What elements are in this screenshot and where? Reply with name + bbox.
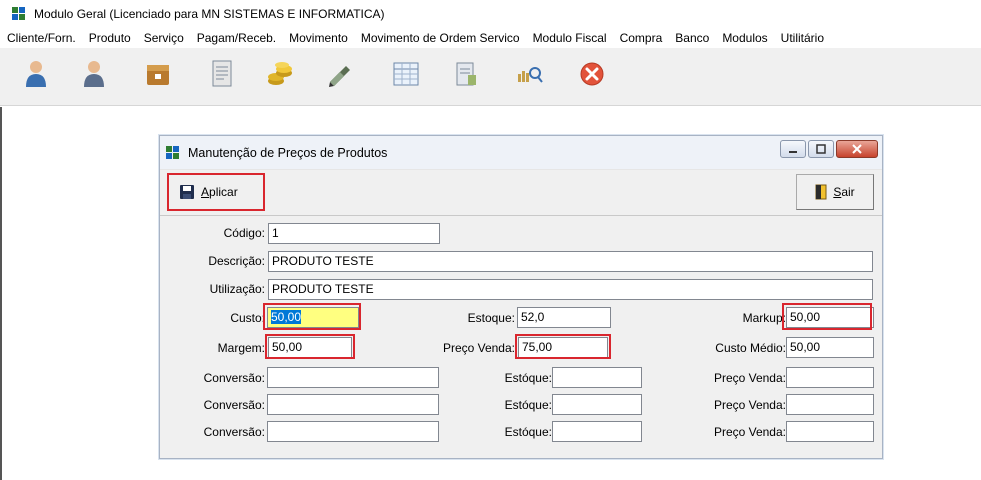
utilizacao-field[interactable]: PRODUTO TESTE (268, 279, 873, 300)
estoque-conv-field[interactable] (552, 394, 642, 415)
menu-ordem-servico[interactable]: Movimento de Ordem Servico (354, 31, 526, 45)
conversao-field[interactable] (267, 394, 439, 415)
conversao-label: Conversão: (203, 398, 265, 412)
save-icon (180, 185, 194, 199)
close-icon (852, 144, 862, 154)
box-icon[interactable] (136, 54, 180, 94)
custo-medio-field[interactable]: 50,00 (786, 337, 874, 358)
preco-venda-highlight (515, 334, 611, 359)
estoque-conv-label: Estóque: (504, 371, 552, 385)
main-toolbar (0, 48, 981, 106)
markup-label: Markup: (742, 311, 786, 325)
conversao-field[interactable] (267, 367, 439, 388)
preco-conv-label: Preço Venda: (713, 371, 786, 385)
document-icon[interactable] (200, 54, 244, 94)
window-titlebar[interactable]: Manutenção de Preços de Produtos (160, 136, 882, 170)
app-logo-icon (12, 7, 28, 21)
conversao-field[interactable] (267, 421, 439, 442)
coins-icon[interactable] (258, 54, 302, 94)
preco-conv-field[interactable] (786, 367, 874, 388)
custo-label: Custo: (230, 311, 265, 325)
preco-conv-field[interactable] (786, 421, 874, 442)
table-icon[interactable] (384, 54, 428, 94)
report-icon[interactable] (444, 54, 488, 94)
minimize-icon (789, 151, 797, 153)
preco-conv-field[interactable] (786, 394, 874, 415)
markup-highlight (782, 303, 872, 330)
conversao-label: Conversão: (203, 371, 265, 385)
sair-button[interactable]: Sair (796, 174, 874, 210)
minimize-button[interactable] (780, 140, 806, 158)
price-form: Código: 1 Descrição: PRODUTO TESTE Utili… (160, 217, 882, 457)
menu-servico[interactable]: Serviço (137, 31, 190, 45)
margem-label: Margem: (217, 341, 265, 355)
menubar: Cliente/Forn. Produto Serviço Pagam/Rece… (0, 28, 981, 48)
utilizacao-label: Utilização: (209, 282, 265, 296)
descricao-field[interactable]: PRODUTO TESTE (268, 251, 873, 272)
pen-icon[interactable] (318, 54, 362, 94)
codigo-field[interactable]: 1 (268, 223, 440, 244)
window-title: Manutenção de Preços de Produtos (188, 145, 388, 160)
aplicar-label: Aplicar (201, 185, 238, 199)
custo-highlight (263, 303, 361, 330)
estoque-conv-label: Estóque: (504, 398, 552, 412)
preco-conv-label: Preço Venda: (713, 425, 786, 439)
estoque-conv-field[interactable] (552, 421, 642, 442)
custo-medio-label: Custo Médio: (715, 341, 786, 355)
menu-banco[interactable]: Banco (668, 31, 715, 45)
estoque-label: Estoque: (467, 311, 515, 325)
aplicar-button[interactable]: Aplicar (167, 173, 265, 211)
menu-modulo-fiscal[interactable]: Modulo Fiscal (526, 31, 613, 45)
window-logo-icon (166, 145, 182, 160)
menu-movimento[interactable]: Movimento (282, 31, 354, 45)
menu-produto[interactable]: Produto (82, 31, 137, 45)
preco-conv-label: Preço Venda: (713, 398, 786, 412)
estoque-conv-label: Estóque: (504, 425, 552, 439)
sair-label: Sair (833, 185, 855, 199)
app-title: Modulo Geral (Licenciado para MN SISTEMA… (34, 7, 385, 21)
door-exit-icon (815, 184, 827, 200)
price-maintenance-window: Manutenção de Preços de Produtos Aplicar… (159, 135, 883, 459)
descricao-label: Descrição: (208, 254, 265, 268)
app-titlebar: Modulo Geral (Licenciado para MN SISTEMA… (0, 0, 981, 28)
codigo-label: Código: (223, 226, 265, 240)
menu-pagam[interactable]: Pagam/Receb. (190, 31, 282, 45)
margem-highlight (265, 334, 355, 359)
search-icon[interactable] (508, 54, 552, 94)
maximize-button[interactable] (808, 140, 834, 158)
user-icon[interactable] (14, 54, 58, 94)
maximize-icon (816, 144, 826, 154)
close-button[interactable] (836, 140, 878, 158)
window-toolbar: Aplicar Sair (160, 170, 882, 216)
user-icon[interactable] (72, 54, 116, 94)
preco-venda-label: Preço Venda: (442, 341, 515, 355)
menu-cliente[interactable]: Cliente/Forn. (0, 31, 82, 45)
estoque-conv-field[interactable] (552, 367, 642, 388)
estoque-field[interactable]: 52,0 (517, 307, 611, 328)
menu-modulos[interactable]: Modulos (715, 31, 773, 45)
menu-compra[interactable]: Compra (613, 31, 669, 45)
menu-utilitario[interactable]: Utilitário (774, 31, 830, 45)
exit-icon[interactable] (570, 54, 614, 94)
conversao-label: Conversão: (203, 425, 265, 439)
